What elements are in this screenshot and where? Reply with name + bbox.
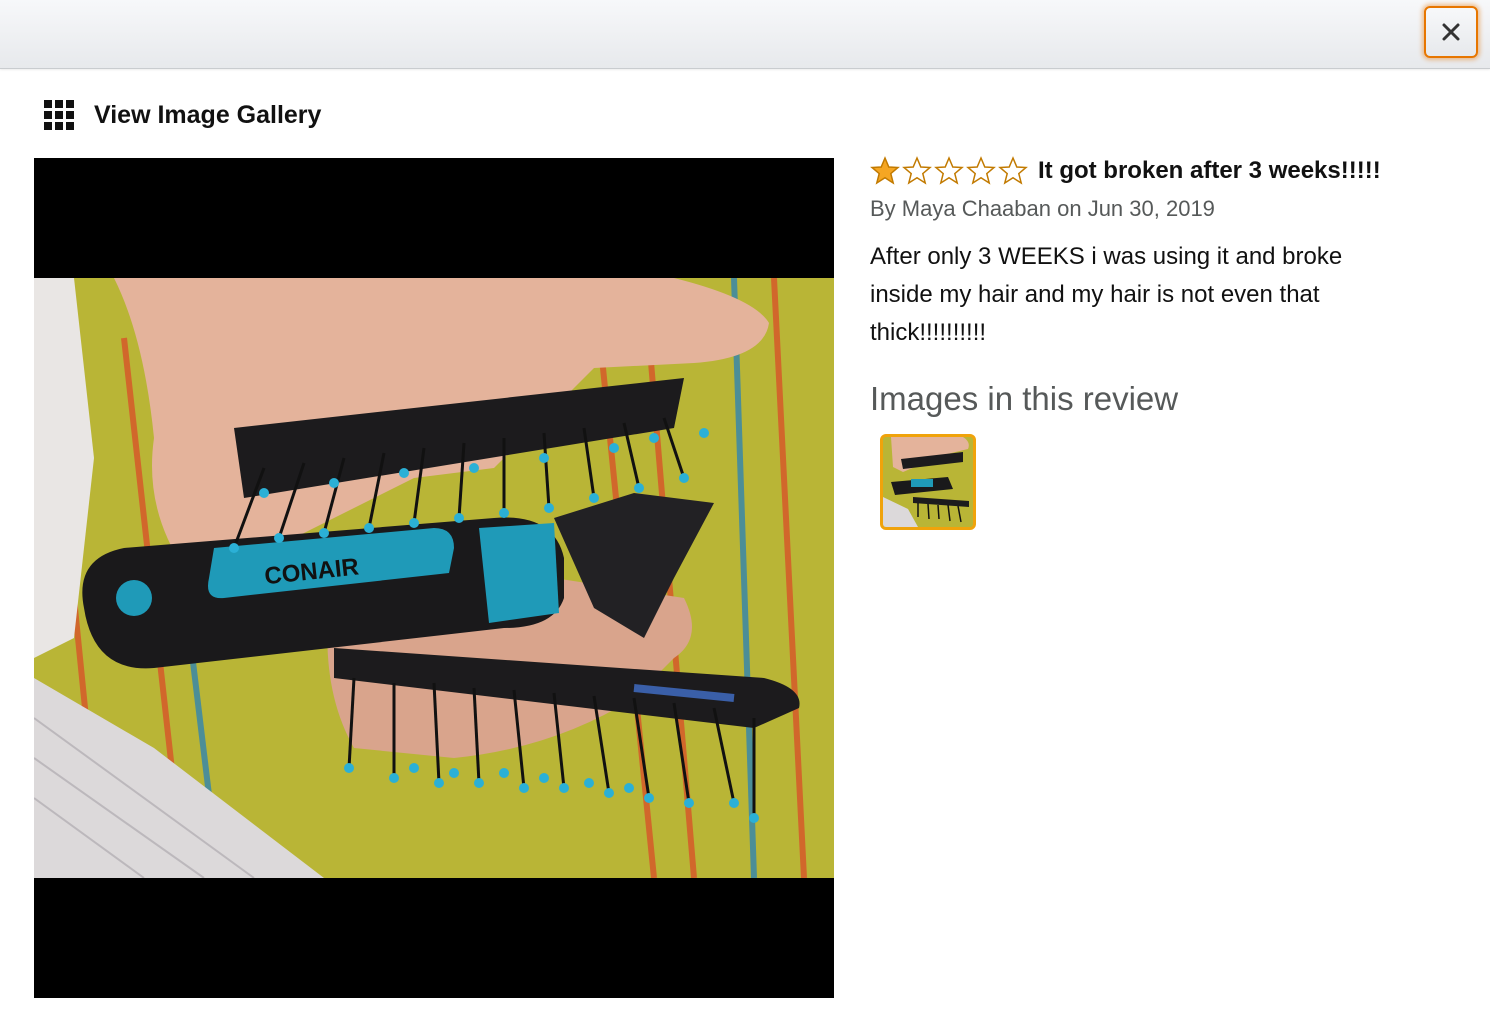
grid-icon [44, 100, 74, 130]
broken-hairbrush-image: CONAIR [34, 278, 834, 878]
close-button[interactable] [1424, 6, 1478, 58]
review-title-row: It got broken after 3 weeks!!!!! [870, 154, 1450, 188]
star-empty-icon [902, 156, 932, 185]
review-body: After only 3 WEEKS i was using it and br… [870, 243, 1343, 346]
review-panel: It got broken after 3 weeks!!!!! By Maya… [870, 154, 1450, 530]
images-in-review-heading: Images in this review [870, 380, 1179, 417]
star-empty-icon [998, 156, 1028, 185]
modal-header [0, 0, 1490, 69]
review-byline: By Maya Chaaban on Jun 30, 2019 [870, 196, 1215, 221]
review-title: It got broken after 3 weeks!!!!! [1038, 157, 1381, 184]
image-viewer: CONAIR [34, 158, 834, 998]
star-empty-icon [966, 156, 996, 185]
star-filled-icon [870, 156, 900, 185]
review-photo[interactable]: CONAIR [34, 278, 834, 878]
thumbnail-image [883, 437, 973, 527]
view-image-gallery-link[interactable]: View Image Gallery [44, 98, 321, 132]
star-rating [870, 156, 1028, 186]
gallery-link-label: View Image Gallery [94, 100, 322, 129]
close-icon [1442, 23, 1460, 41]
review-image-thumbnail[interactable] [880, 434, 976, 530]
star-empty-icon [934, 156, 964, 185]
